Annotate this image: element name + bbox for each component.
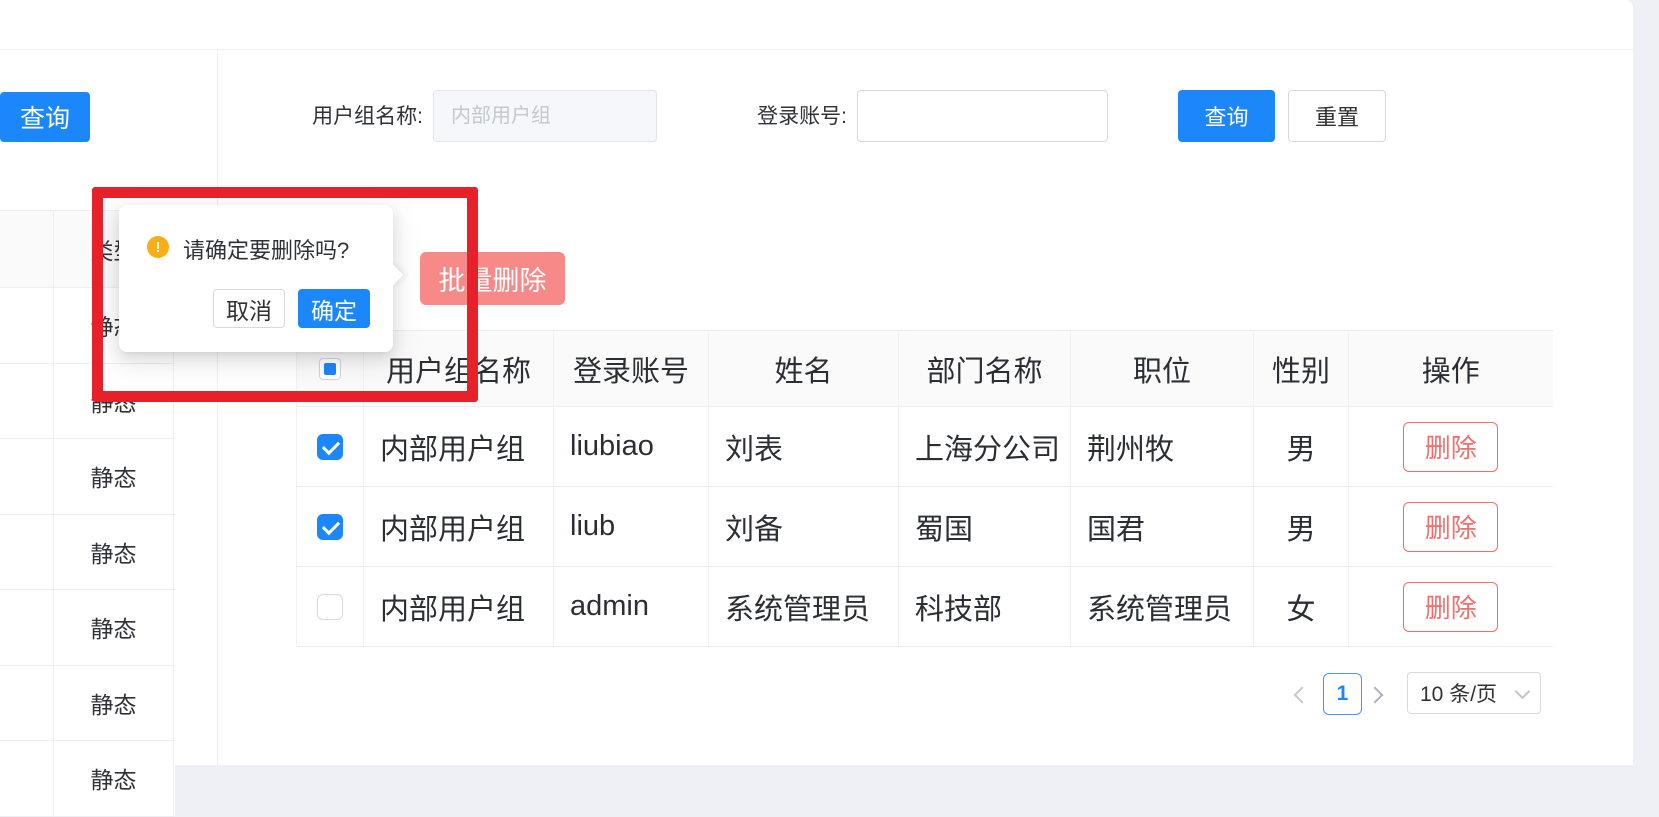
delete-row-button[interactable]: 删除 (1403, 502, 1498, 552)
chevron-down-icon (1515, 683, 1531, 699)
left-table-header-empty-cell (0, 211, 54, 287)
left-query-button[interactable]: 查询 (0, 92, 90, 142)
col-header-account: 登录账号 (554, 331, 709, 407)
cell-group-name: 内部用户组 (364, 487, 554, 567)
cell-position: 系统管理员 (1071, 567, 1254, 647)
left-table-row: 静态 (0, 666, 175, 742)
cell-position: 荆州牧 (1071, 407, 1254, 487)
left-table-row: 静态 (0, 515, 175, 591)
cell-department: 上海分公司 (899, 407, 1071, 487)
left-table-row: 静态 (0, 741, 175, 817)
delete-row-button[interactable]: 删除 (1403, 582, 1498, 632)
cell-name: 系统管理员 (709, 567, 899, 647)
page-size-value: 10 条/页 (1420, 678, 1517, 708)
left-panel-divider (217, 50, 218, 775)
top-navbar (0, 0, 1633, 39)
account-label: 登录账号: (677, 103, 847, 131)
cell-gender: 女 (1254, 567, 1349, 647)
page-size-select[interactable]: 10 条/页 (1407, 672, 1541, 714)
cell-account: admin (554, 567, 709, 647)
delete-row-button[interactable]: 删除 (1403, 422, 1498, 472)
chevron-right-icon (1367, 687, 1384, 704)
table-row: 内部用户组 liub 刘备 蜀国 国君 男 删除 (297, 487, 1553, 567)
group-name-input[interactable] (433, 90, 657, 142)
reset-button[interactable]: 重置 (1288, 90, 1386, 142)
table-row: 内部用户组 liubiao 刘表 上海分公司 荆州牧 男 删除 (297, 407, 1553, 487)
pagination-prev-button[interactable] (1296, 688, 1308, 706)
cell-account: liubiao (554, 407, 709, 487)
left-table-cell-type: 静态 (54, 666, 174, 741)
col-header-action: 操作 (1349, 331, 1553, 407)
pagination-next-button[interactable] (1369, 688, 1381, 706)
query-button[interactable]: 查询 (1178, 90, 1275, 142)
cell-department: 科技部 (899, 567, 1071, 647)
cell-group-name: 内部用户组 (364, 407, 554, 487)
cell-name: 刘备 (709, 487, 899, 567)
pagination-page-1[interactable]: 1 (1323, 673, 1362, 715)
group-name-label: 用户组名称: (253, 103, 423, 131)
left-table-row: 静态 (0, 590, 175, 666)
left-table-cell-type: 静态 (54, 515, 174, 590)
col-header-position: 职位 (1071, 331, 1254, 407)
cell-account: liub (554, 487, 709, 567)
cell-group-name: 内部用户组 (364, 567, 554, 647)
annotation-highlight-box (92, 187, 478, 402)
cell-gender: 男 (1254, 407, 1349, 487)
cell-name: 刘表 (709, 407, 899, 487)
account-input[interactable] (857, 90, 1108, 142)
table-header-row: 用户组名称 登录账号 姓名 部门名称 职位 性别 操作 (297, 331, 1553, 407)
row-checkbox[interactable] (317, 594, 343, 620)
cell-position: 国君 (1071, 487, 1254, 567)
left-table-cell-type: 静态 (54, 741, 174, 816)
left-table-row: 静态 (0, 439, 175, 515)
row-checkbox[interactable] (317, 514, 343, 540)
row-checkbox[interactable] (317, 434, 343, 460)
cell-gender: 男 (1254, 487, 1349, 567)
col-header-gender: 性别 (1254, 331, 1349, 407)
left-table-cell-type: 静态 (54, 590, 174, 665)
col-header-department: 部门名称 (899, 331, 1071, 407)
user-table: 用户组名称 登录账号 姓名 部门名称 职位 性别 操作 内部用户组 liubia… (296, 330, 1553, 647)
col-header-name: 姓名 (709, 331, 899, 407)
table-row: 内部用户组 admin 系统管理员 科技部 系统管理员 女 删除 (297, 567, 1553, 647)
cell-department: 蜀国 (899, 487, 1071, 567)
left-table-cell-type: 静态 (54, 439, 174, 514)
chevron-left-icon (1294, 687, 1311, 704)
topbar-divider (0, 49, 1633, 50)
